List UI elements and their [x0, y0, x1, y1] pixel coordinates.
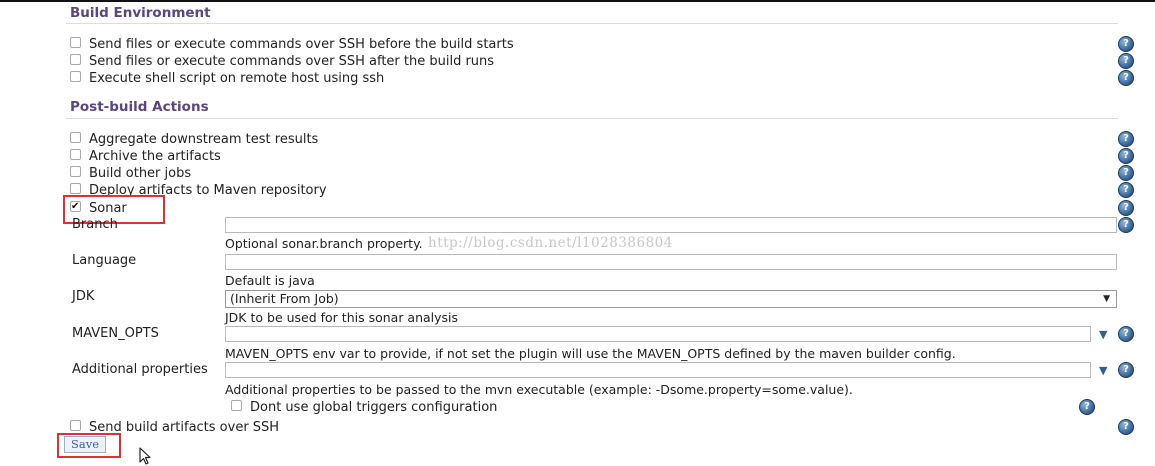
- checkbox[interactable]: [70, 132, 81, 143]
- mouse-cursor-icon: [139, 447, 151, 465]
- help-icon[interactable]: ?: [1118, 165, 1134, 181]
- section-title-post-build-actions: Post-build Actions: [70, 99, 209, 115]
- field-label-jdk: JDK: [72, 289, 95, 304]
- option-label: Send files or execute commands over SSH …: [89, 54, 495, 69]
- field-description-jdk: JDK to be used for this sonar analysis: [225, 310, 459, 325]
- highlight-box-save: [57, 433, 121, 458]
- expand-arrow-icon[interactable]: ▼: [1099, 364, 1107, 377]
- field-label-maven-opts: MAVEN_OPTS: [72, 326, 159, 341]
- additional-properties-input[interactable]: [225, 362, 1091, 378]
- checkbox[interactable]: [70, 37, 81, 48]
- help-icon[interactable]: ?: [1118, 217, 1134, 233]
- help-icon[interactable]: ?: [1118, 362, 1134, 378]
- checkbox[interactable]: [70, 166, 81, 177]
- expand-arrow-icon[interactable]: ▼: [1099, 328, 1107, 341]
- field-label-branch: Branch: [72, 217, 118, 232]
- help-icon[interactable]: ?: [1118, 419, 1134, 435]
- help-icon[interactable]: ?: [1118, 70, 1134, 86]
- help-icon[interactable]: ?: [1118, 36, 1134, 52]
- branch-input[interactable]: [225, 217, 1117, 233]
- checkbox[interactable]: [70, 71, 81, 82]
- option-label: Aggregate downstream test results: [89, 132, 319, 147]
- dropdown-arrow-icon: ▼: [1103, 294, 1110, 304]
- checkbox[interactable]: [70, 420, 81, 431]
- help-icon[interactable]: ?: [1118, 148, 1134, 164]
- checkbox[interactable]: [70, 54, 81, 65]
- field-description-maven-opts: MAVEN_OPTS env var to provide, if not se…: [225, 346, 956, 361]
- help-icon[interactable]: ?: [1079, 399, 1095, 415]
- field-label-language: Language: [72, 253, 137, 268]
- language-input[interactable]: [225, 254, 1117, 270]
- option-label: Dont use global triggers configuration: [250, 400, 498, 415]
- help-icon[interactable]: ?: [1118, 182, 1134, 198]
- checkbox[interactable]: [70, 183, 81, 194]
- option-build-other-jobs[interactable]: Build other jobs: [70, 165, 191, 182]
- jdk-select[interactable]: (Inherit From Job) ▼: [225, 290, 1117, 308]
- watermark: http://blog.csdn.net/l1028386804: [428, 235, 673, 251]
- checkbox[interactable]: [231, 400, 242, 411]
- option-aggregate-test-results[interactable]: Aggregate downstream test results: [70, 131, 318, 148]
- field-description-additional-properties: Additional properties to be passed to th…: [225, 382, 853, 397]
- section-divider: [66, 23, 1118, 24]
- help-icon[interactable]: ?: [1118, 326, 1134, 342]
- top-border: [0, 0, 1155, 2]
- jdk-selected-value: (Inherit From Job): [230, 291, 339, 306]
- field-description-language: Default is java: [225, 273, 315, 288]
- option-dont-use-global-triggers[interactable]: Dont use global triggers configuration: [231, 399, 497, 416]
- option-remote-shell-script[interactable]: Execute shell script on remote host usin…: [70, 70, 384, 87]
- help-icon[interactable]: ?: [1118, 131, 1134, 147]
- help-icon[interactable]: ?: [1118, 200, 1134, 216]
- option-label: Archive the artifacts: [89, 149, 221, 164]
- option-label: Build other jobs: [89, 166, 192, 181]
- maven-opts-input[interactable]: [225, 326, 1091, 342]
- section-divider: [66, 118, 1118, 119]
- checkbox[interactable]: [70, 149, 81, 160]
- option-ssh-after-build[interactable]: Send files or execute commands over SSH …: [70, 53, 494, 70]
- option-archive-artifacts[interactable]: Archive the artifacts: [70, 148, 221, 165]
- option-ssh-before-build[interactable]: Send files or execute commands over SSH …: [70, 36, 514, 53]
- option-label: Execute shell script on remote host usin…: [89, 71, 385, 86]
- option-label: Send files or execute commands over SSH …: [89, 37, 514, 52]
- help-icon[interactable]: ?: [1118, 53, 1134, 69]
- field-label-additional-properties: Additional properties: [72, 362, 208, 377]
- section-title-build-environment: Build Environment: [70, 5, 211, 21]
- field-description-branch: Optional sonar.branch property.: [225, 236, 423, 251]
